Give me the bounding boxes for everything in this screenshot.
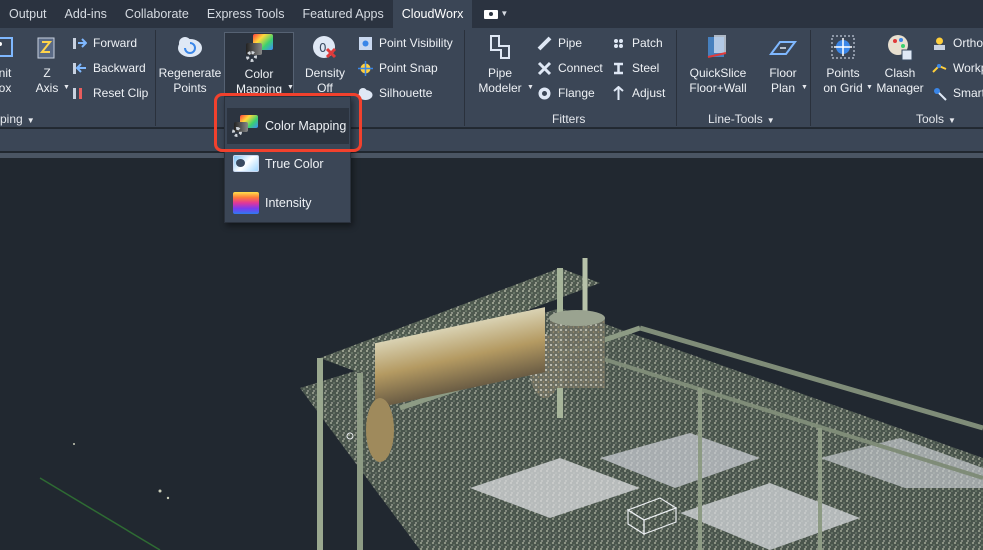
color-mapping-icon [244, 33, 274, 63]
flange-icon [537, 86, 552, 101]
regenerate-cloud-icon [175, 32, 205, 62]
z-axis-icon [32, 32, 62, 62]
tab-cloudworx[interactable]: CloudWorx [392, 0, 473, 28]
z-axis-dropdown-icon[interactable]: ▼ [63, 84, 70, 91]
smart-icon [932, 86, 947, 101]
patch-button[interactable]: Patch [611, 32, 663, 54]
limit-box-button[interactable]: nit ox [0, 32, 16, 106]
point-snap-button[interactable]: Point Snap [358, 57, 438, 79]
panel-expand-icon: ▼ [766, 116, 775, 125]
pipe-icon [537, 36, 552, 51]
panel-divider [155, 30, 156, 126]
ortho-icon [932, 36, 947, 51]
panel-expand-icon: ▼ [26, 116, 35, 125]
backward-button[interactable]: Backward [72, 57, 146, 79]
point-snap-icon [358, 60, 373, 76]
flange-button[interactable]: Flange [537, 82, 595, 104]
highlight-annotation-box [214, 93, 362, 152]
line-tools-panel-title[interactable]: Line-Tools ▼ [708, 110, 775, 128]
steel-icon [611, 61, 626, 76]
floor-plan-dropdown-icon[interactable]: ▼ [801, 84, 808, 91]
ribbon-bottom-strip [0, 129, 983, 151]
tab-featured-apps[interactable]: Featured Apps [293, 0, 392, 28]
clash-manager-icon [885, 32, 915, 62]
pipe-button[interactable]: Pipe [537, 32, 582, 54]
menu-item-intensity[interactable]: Intensity [227, 185, 349, 221]
clash-manager-button[interactable]: Clash Manager [874, 32, 926, 106]
svg-text:0: 0 [319, 41, 327, 55]
points-grid-icon [828, 32, 858, 62]
quickslice-icon [703, 32, 733, 62]
ribbon: nit ox Z Axis ▼ Forward Backward Reset C… [0, 28, 983, 128]
ribbon-tab-bar: Output Add-ins Collaborate Express Tools… [0, 0, 983, 28]
quickslice-button[interactable]: QuickSlice Floor+Wall [686, 32, 750, 106]
tab-add-ins[interactable]: Add-ins [56, 0, 116, 28]
ortho-button[interactable]: Ortho [932, 32, 983, 54]
workplane-icon [932, 61, 947, 76]
backward-icon [72, 61, 87, 76]
forward-button[interactable]: Forward [72, 32, 137, 54]
reset-clip-button[interactable]: Reset Clip [72, 82, 148, 104]
reset-clip-icon [72, 86, 87, 101]
panel-divider [676, 30, 677, 126]
fitters-panel-title: Fitters [552, 112, 586, 126]
drawing-viewport[interactable] [0, 158, 983, 550]
workplane-button[interactable]: Workp [932, 57, 983, 79]
points-grid-dropdown-icon[interactable]: ▼ [866, 84, 873, 91]
silhouette-button[interactable]: Silhouette [358, 82, 432, 104]
points-on-grid-button[interactable]: Points on Grid [820, 32, 866, 106]
limit-box-icon [0, 32, 20, 62]
connect-button[interactable]: Connect [537, 57, 603, 79]
clipping-panel-title[interactable]: ping ▼ [0, 110, 35, 128]
smart-button[interactable]: Smart [932, 82, 983, 104]
point-cloud-scene [39, 258, 983, 550]
tab-output[interactable]: Output [0, 0, 56, 28]
panel-expand-icon: ▼ [948, 116, 956, 125]
tab-express-tools[interactable]: Express Tools [198, 0, 294, 28]
density-icon: 0 [310, 32, 340, 62]
intensity-icon [231, 191, 259, 215]
tools-panel-title[interactable]: Tools ▼ [916, 110, 956, 128]
pipe-modeler-icon [485, 32, 515, 62]
point-visibility-button[interactable]: Point Visibility [358, 32, 453, 54]
tab-collaborate[interactable]: Collaborate [116, 0, 198, 28]
pipe-modeler-dropdown-icon[interactable]: ▼ [527, 84, 534, 91]
floor-plan-icon [768, 32, 798, 62]
color-mapping-dropdown-icon[interactable]: ▼ [287, 84, 294, 91]
pipe-modeler-button[interactable]: Pipe Modeler [474, 32, 526, 106]
connect-icon [537, 61, 552, 76]
true-color-icon [231, 152, 259, 176]
panel-divider [810, 30, 811, 126]
panel-divider [464, 30, 465, 126]
adjust-icon [611, 85, 626, 101]
forward-icon [72, 36, 88, 51]
point-visibility-icon [358, 36, 373, 51]
floor-plan-button[interactable]: Floor Plan [764, 32, 802, 106]
adjust-button[interactable]: Adjust [611, 82, 665, 104]
z-axis-button[interactable]: Z Axis [34, 32, 60, 106]
flag-icon [484, 9, 499, 19]
steel-button[interactable]: Steel [611, 57, 659, 79]
regenerate-points-button[interactable]: Regenerate Points [158, 32, 222, 106]
patch-icon [611, 36, 626, 51]
workspace-flag-dropdown[interactable]: ▼ [472, 0, 520, 28]
chevron-down-icon: ▼ [500, 9, 509, 18]
